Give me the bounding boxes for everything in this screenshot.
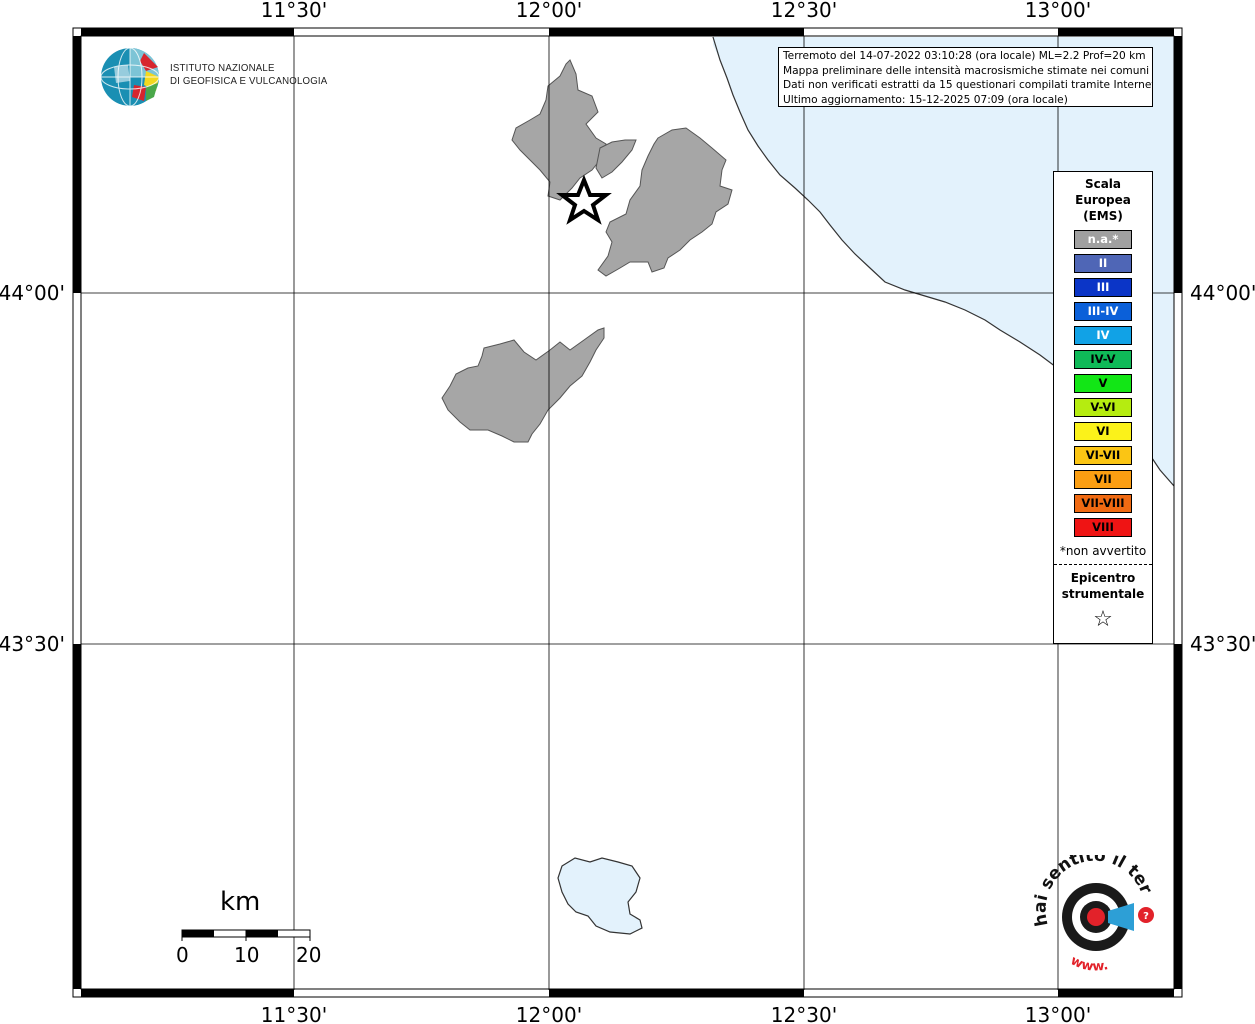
municipality-south	[441, 327, 605, 443]
ingv-name-line1: ISTITUTO NAZIONALE	[170, 62, 275, 74]
legend-swatch: IV	[1074, 326, 1132, 345]
legend-swatch: VI	[1074, 422, 1132, 441]
municipalities	[441, 59, 733, 443]
latitude-labels-left: 44°00' 43°30'	[0, 281, 65, 656]
lon-label: 12°00'	[516, 0, 582, 22]
lon-label: 13°00'	[1025, 0, 1091, 22]
latitude-labels-right: 44°00' 43°30'	[1190, 281, 1255, 656]
lat-label: 44°00'	[1190, 281, 1255, 305]
lon-label: 12°30'	[771, 0, 837, 22]
svg-text:?: ?	[1143, 911, 1149, 922]
earthquake-info-box: Terremoto del 14-07-2022 03:10:28 (ora l…	[778, 47, 1153, 107]
haisentito-logo-icon: ? hai sentito il terremoto.it www.	[1021, 840, 1156, 975]
legend-swatches: n.a.* II III III-IV IV IV-V V V-VI VI VI-VII VII VI…	[1054, 230, 1152, 537]
legend-note: *non avvertito	[1059, 544, 1147, 558]
municipality-north	[511, 59, 607, 201]
legend-epicenter-label: Epicentro strumentale	[1054, 570, 1152, 602]
scale-tick-label: 0	[176, 943, 189, 967]
legend-swatch: n.a.*	[1074, 230, 1132, 249]
globe-icon	[100, 47, 160, 107]
info-line-map: Mappa preliminare delle intensità macros…	[783, 64, 1150, 77]
legend-swatch: V	[1074, 374, 1132, 393]
legend-divider	[1054, 564, 1152, 565]
lon-label: 13°00'	[1025, 1003, 1091, 1024]
legend-swatch: IV-V	[1074, 350, 1132, 369]
haisentito-www: www.	[1068, 953, 1109, 974]
scale-bar: km 0 10 20	[170, 885, 330, 975]
lake-trasimeno	[557, 857, 643, 935]
lat-label: 44°00'	[0, 281, 65, 305]
longitude-labels-bottom: 11°30' 12°00' 12°30' 13°00'	[261, 1003, 1091, 1024]
info-line-data: Dati non verificati estratti da 15 quest…	[783, 79, 1153, 91]
svg-text:www.: www.	[1068, 953, 1109, 974]
legend-star-icon: ☆	[1093, 607, 1113, 632]
lat-label: 43°30'	[0, 632, 65, 656]
legend-swatch: VI-VII	[1074, 446, 1132, 465]
lon-label: 12°00'	[516, 1003, 582, 1024]
ingv-logo: ISTITUTO NAZIONALE DI GEOFISICA E VULCAN…	[100, 47, 327, 111]
legend-epicenter-line: Epicentro	[1070, 571, 1136, 585]
lon-label: 11°30'	[261, 1003, 327, 1024]
legend-swatch: VII	[1074, 470, 1132, 489]
legend-epicenter-line: strumentale	[1061, 587, 1145, 601]
legend-swatch: III	[1074, 278, 1132, 297]
lon-label: 12°30'	[771, 1003, 837, 1024]
longitude-labels-top: 11°30' 12°00' 12°30' 13°00'	[261, 0, 1091, 22]
legend-swatch: II	[1074, 254, 1132, 273]
legend-title-line: Europea	[1075, 193, 1131, 207]
legend-title-line: (EMS)	[1083, 209, 1123, 223]
haisentito-logo: ? hai sentito il terremoto.it www.	[1021, 840, 1160, 980]
scale-tick-label: 20	[296, 943, 322, 967]
ingv-name-line2: DI GEOFISICA E VULCANOLOGIA	[170, 75, 328, 87]
legend-title: Scala Europea (EMS)	[1054, 176, 1152, 224]
legend-title-line: Scala	[1084, 177, 1122, 191]
legend-swatch: III-IV	[1074, 302, 1132, 321]
lat-label: 43°30'	[1190, 632, 1255, 656]
info-line-event: Terremoto del 14-07-2022 03:10:28 (ora l…	[783, 50, 1146, 62]
legend-swatch: V-VI	[1074, 398, 1132, 417]
legend-swatch: VII-VIII	[1074, 494, 1132, 513]
ems-legend: Scala Europea (EMS) n.a.* II III III-IV IV IV…	[1053, 171, 1153, 644]
info-line-updated: Ultimo aggiornamento: 15-12-2025 07:09 (…	[783, 93, 1068, 106]
scale-tick-label: 10	[234, 943, 260, 967]
legend-swatch: VIII	[1074, 518, 1132, 537]
scale-unit: km	[220, 887, 261, 917]
lon-label: 11°30'	[261, 0, 327, 22]
